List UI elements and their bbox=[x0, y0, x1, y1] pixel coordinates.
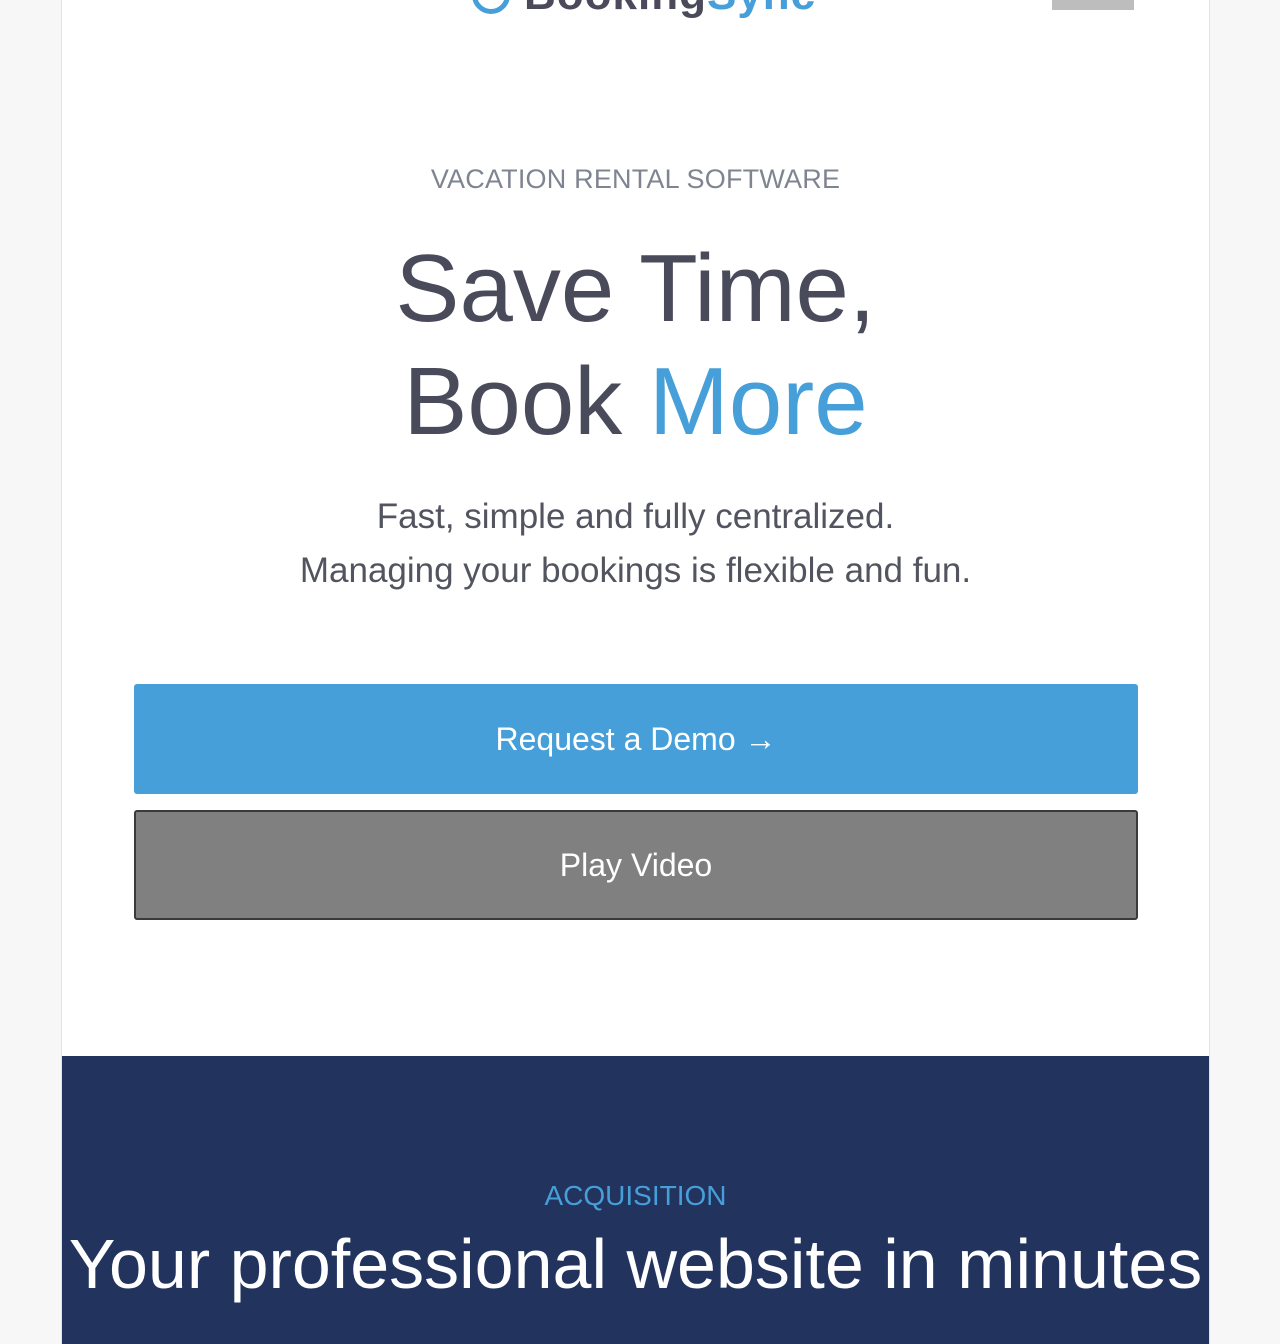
acquisition-title: Your professional website in minutes bbox=[68, 1225, 1203, 1303]
acquisition-eyebrow: ACQUISITION bbox=[544, 1180, 727, 1211]
logo-text: BookingSync bbox=[524, 0, 816, 20]
hero-headline: Save Time, Book More bbox=[62, 232, 1209, 458]
subtitle-line2: Managing your bookings is flexible and f… bbox=[299, 551, 972, 590]
subtitle-line1: Fast, simple and fully centralized. bbox=[376, 497, 895, 536]
hero-subtitle: Fast, simple and fully centralized. Mana… bbox=[62, 490, 1209, 598]
headline-line2-plain: Book bbox=[403, 348, 623, 455]
menu-button[interactable] bbox=[1052, 0, 1134, 10]
hero-eyebrow: VACATION RENTAL SOFTWARE bbox=[430, 164, 841, 194]
headline-line2-accent: More bbox=[648, 348, 868, 455]
acquisition-section: ACQUISITION Your professional website in… bbox=[62, 1056, 1209, 1344]
logo-mark-icon bbox=[472, 0, 510, 14]
play-video-button[interactable]: Play Video bbox=[134, 810, 1138, 920]
page-container: BookingSync VACATION RENTAL SOFTWARE Sav… bbox=[61, 0, 1210, 1344]
request-demo-button[interactable]: Request a Demo → bbox=[134, 684, 1138, 794]
headline-line1: Save Time, bbox=[395, 235, 876, 342]
logo[interactable]: BookingSync bbox=[472, 0, 816, 20]
